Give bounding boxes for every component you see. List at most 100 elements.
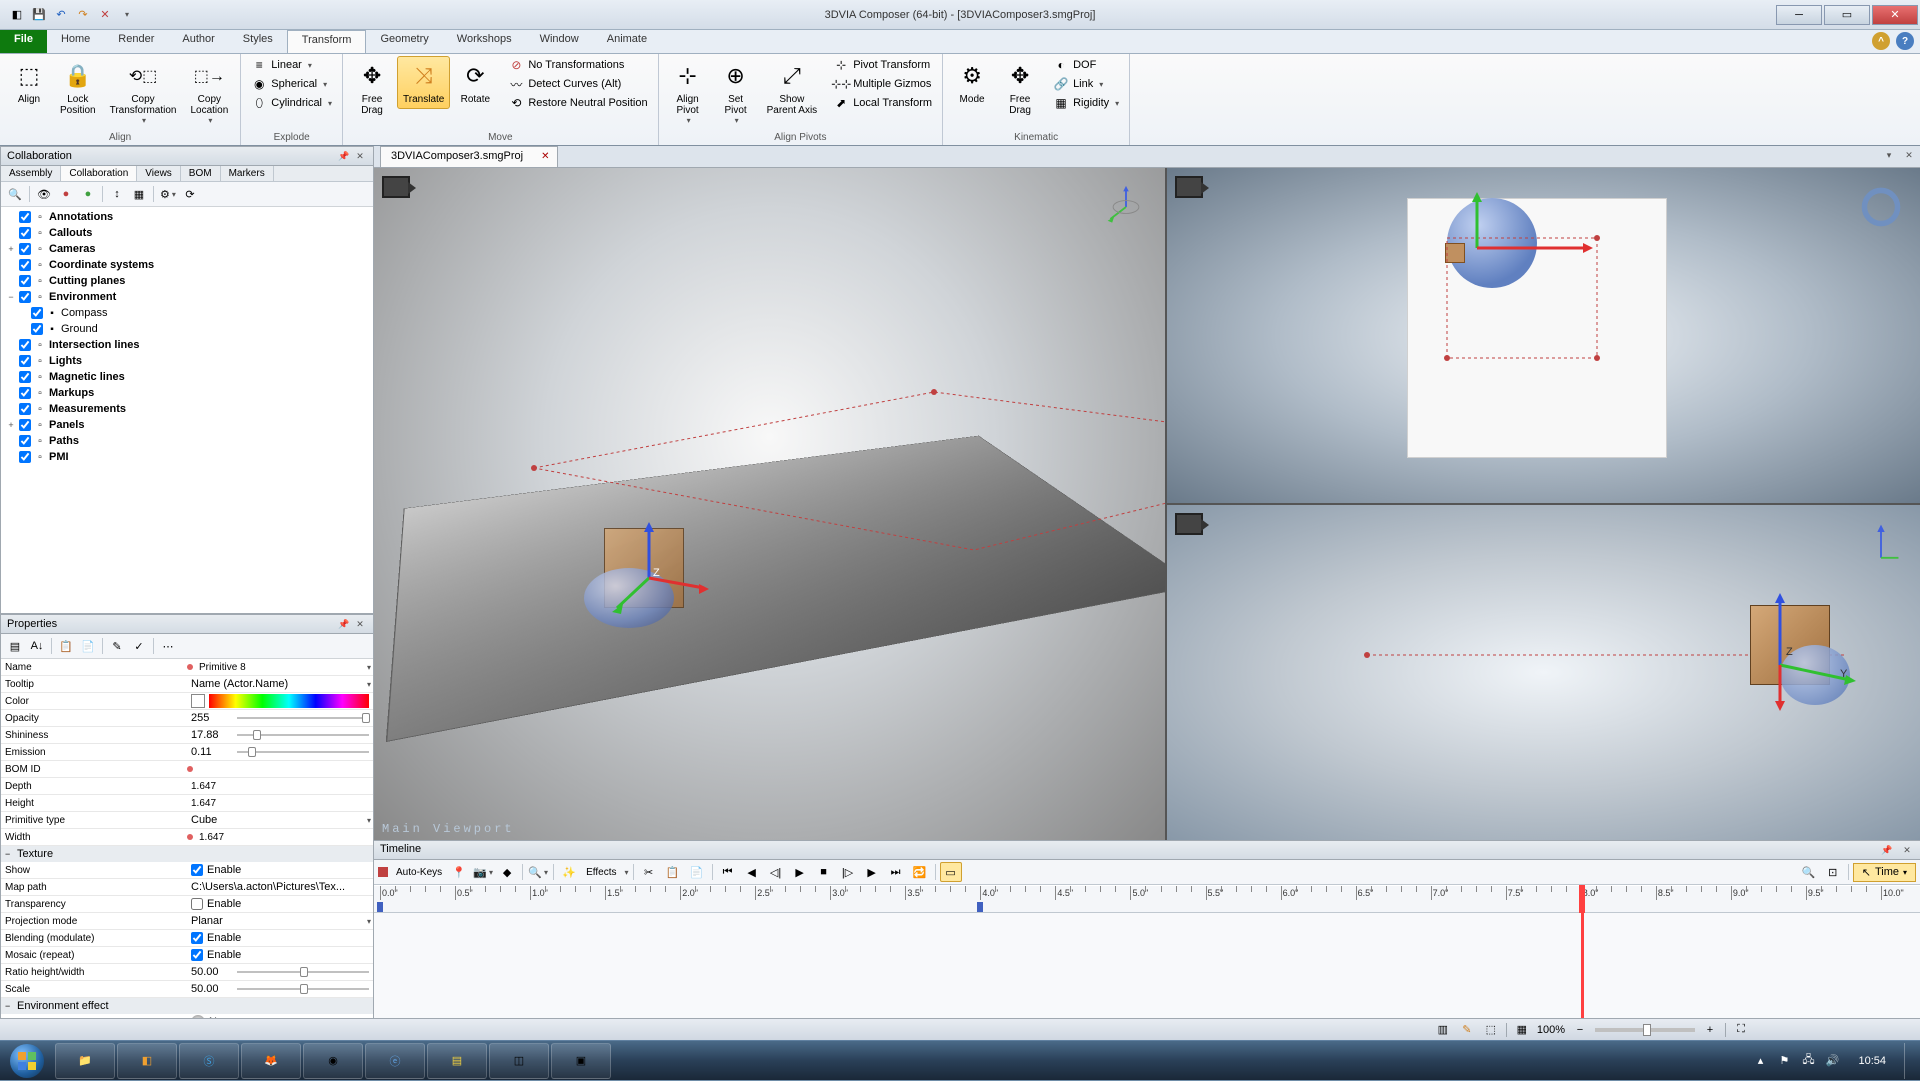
panel-pin-icon[interactable]: 📌 xyxy=(337,149,351,163)
color-swatch[interactable] xyxy=(191,694,205,708)
tab-author[interactable]: Author xyxy=(168,30,228,53)
tree-checkbox[interactable] xyxy=(19,275,31,287)
tl-nextkey-icon[interactable]: |▷ xyxy=(837,862,859,882)
tl-paste-icon[interactable]: 📄 xyxy=(686,862,708,882)
effects-dd[interactable] xyxy=(623,866,629,878)
show-parent-axis-button[interactable]: ⤢ Show Parent Axis xyxy=(761,56,824,120)
panel-close-icon[interactable]: ✕ xyxy=(353,149,367,163)
tree-checkbox[interactable] xyxy=(19,419,31,431)
tb-grid-icon[interactable]: ▦ xyxy=(129,184,149,204)
keyframe-marker[interactable] xyxy=(977,902,983,912)
props-pin-icon[interactable]: 📌 xyxy=(337,617,351,631)
prop-depth-input[interactable] xyxy=(191,781,369,792)
kinematic-free-drag-button[interactable]: ✥ Free Drag xyxy=(997,56,1043,120)
tree-item[interactable]: ▫ Lights xyxy=(3,353,371,369)
sb-layer1-icon[interactable]: ▥ xyxy=(1434,1022,1452,1038)
tb-show-red-icon[interactable]: ● xyxy=(56,184,76,204)
props-cat-icon[interactable]: ▤ xyxy=(5,636,25,656)
shininess-slider[interactable] xyxy=(237,728,369,742)
prop-width-input[interactable] xyxy=(199,832,369,843)
tree-item[interactable]: ▫ Callouts xyxy=(3,225,371,241)
tl-loop-icon[interactable]: 🔁 xyxy=(909,862,931,882)
start-button[interactable] xyxy=(0,1041,54,1081)
close-button[interactable]: ✕ xyxy=(1872,5,1918,25)
local-transform-button[interactable]: ⬈Local Transform xyxy=(829,94,936,112)
explode-spherical-button[interactable]: ◉Spherical xyxy=(247,75,336,93)
tab-animate[interactable]: Animate xyxy=(593,30,661,53)
tl-effects-icon[interactable]: ✨ xyxy=(558,862,580,882)
tab-home[interactable]: Home xyxy=(47,30,104,53)
set-pivot-button[interactable]: ⊕ Set Pivot xyxy=(713,56,759,129)
translate-gizmo-top[interactable] xyxy=(1447,188,1647,288)
prop-blending-chk[interactable] xyxy=(191,932,203,944)
lock-position-button[interactable]: 🔒 Lock Position xyxy=(54,56,102,120)
keyframe-marker[interactable] xyxy=(377,902,383,912)
tl-key-cam-icon[interactable]: 📷 xyxy=(472,862,494,882)
prop-projmode-value[interactable]: Planar xyxy=(191,915,223,927)
scale-slider[interactable] xyxy=(237,982,369,996)
tree-item[interactable]: − ▫ Environment xyxy=(3,289,371,305)
qat-dropdown-icon[interactable]: ▾ xyxy=(118,6,136,24)
tree-item[interactable]: ▫ Measurements xyxy=(3,401,371,417)
doc-tab-close-icon[interactable]: ✕ xyxy=(541,151,553,163)
texture-section[interactable]: −Texture xyxy=(1,846,373,862)
tl-play-icon[interactable]: ▶ xyxy=(789,862,811,882)
main-viewport[interactable]: Z Main Viewport xyxy=(374,168,1167,840)
tl-next-icon[interactable]: ▶ xyxy=(861,862,883,882)
tl-cut-icon[interactable]: ✂ xyxy=(638,862,660,882)
bottom-viewport[interactable]: ZY xyxy=(1167,505,1920,840)
align-button[interactable]: ⬚ Align xyxy=(6,56,52,109)
tl-view-icon[interactable]: ▭ xyxy=(940,862,962,882)
doc-min-icon[interactable]: ▾ xyxy=(1882,148,1896,162)
prop-tooltip-dd[interactable]: ▾ xyxy=(367,680,371,689)
props-paste-icon[interactable]: 📄 xyxy=(78,636,98,656)
clock[interactable]: 10:54 xyxy=(1848,1055,1896,1067)
tab-workshops[interactable]: Workshops xyxy=(443,30,526,53)
tl-last-icon[interactable]: ⏭ xyxy=(885,862,907,882)
subtab-bom[interactable]: BOM xyxy=(181,166,221,181)
camera-icon[interactable] xyxy=(382,176,410,198)
kinematic-mode-button[interactable]: ⚙ Mode xyxy=(949,56,995,109)
tree-item[interactable]: + ▫ Cameras xyxy=(3,241,371,257)
sb-layer3-icon[interactable]: ⬚ xyxy=(1482,1022,1500,1038)
props-edit-icon[interactable]: ✎ xyxy=(107,636,127,656)
opacity-slider[interactable] xyxy=(237,711,369,725)
tree-item[interactable]: ▫ Coordinate systems xyxy=(3,257,371,273)
tl-prev-icon[interactable]: ◀ xyxy=(741,862,763,882)
dof-button[interactable]: ◐DOF xyxy=(1049,56,1123,74)
task-outlook[interactable]: ◧ xyxy=(117,1043,177,1079)
props-check-icon[interactable]: ✓ xyxy=(129,636,149,656)
env-section[interactable]: −Environment effect xyxy=(1,998,373,1014)
tree-item[interactable]: ▫ Cutting planes xyxy=(3,273,371,289)
timeline-ruler[interactable]: 0.0"0.5"1.0"1.5"2.0"2.5"3.0"3.5"4.0"4.5"… xyxy=(374,885,1920,913)
tree-item[interactable]: ▫ Markups xyxy=(3,385,371,401)
pivot-transform-button[interactable]: ⊹Pivot Transform xyxy=(829,56,936,74)
detect-curves-button[interactable]: 〰Detect Curves (Alt) xyxy=(504,75,651,93)
tab-styles[interactable]: Styles xyxy=(229,30,287,53)
subtab-collaboration[interactable]: Collaboration xyxy=(61,166,137,181)
sb-expand-icon[interactable]: ⛶ xyxy=(1732,1022,1750,1038)
zoom-out-button[interactable]: − xyxy=(1571,1022,1589,1038)
tb-gear-icon[interactable]: ⚙ xyxy=(158,184,178,204)
props-copy-icon[interactable]: 📋 xyxy=(56,636,76,656)
axis-gizmo-top[interactable] xyxy=(1858,184,1904,230)
tl-key-prop-icon[interactable]: ◆ xyxy=(496,862,518,882)
prop-bomid-input[interactable] xyxy=(199,764,369,775)
multiple-gizmos-button[interactable]: ⊹⊹Multiple Gizmos xyxy=(829,75,936,93)
tree-checkbox[interactable] xyxy=(19,371,31,383)
prop-emission-value[interactable]: 0.11 xyxy=(191,746,231,758)
tb-show-green-icon[interactable]: ● xyxy=(78,184,98,204)
task-ie[interactable]: ⓔ xyxy=(365,1043,425,1079)
sb-mode1-icon[interactable]: ▦ xyxy=(1513,1022,1531,1038)
ribbon-min-icon[interactable]: ^ xyxy=(1872,32,1890,50)
help-icon[interactable]: ? xyxy=(1896,32,1914,50)
tree-item[interactable]: ▫ Annotations xyxy=(3,209,371,225)
tray-up-icon[interactable]: ▴ xyxy=(1752,1053,1768,1069)
axis-gizmo-bot[interactable] xyxy=(1858,521,1904,567)
tab-geometry[interactable]: Geometry xyxy=(366,30,442,53)
tree-item[interactable]: + ▫ Panels xyxy=(3,417,371,433)
prop-mappath-value[interactable]: C:\Users\a.acton\Pictures\Tex... xyxy=(191,881,345,893)
tree-checkbox[interactable] xyxy=(19,435,31,447)
prop-show-chk[interactable] xyxy=(191,864,203,876)
tree-item-child[interactable]: ▪ Compass xyxy=(3,305,371,321)
